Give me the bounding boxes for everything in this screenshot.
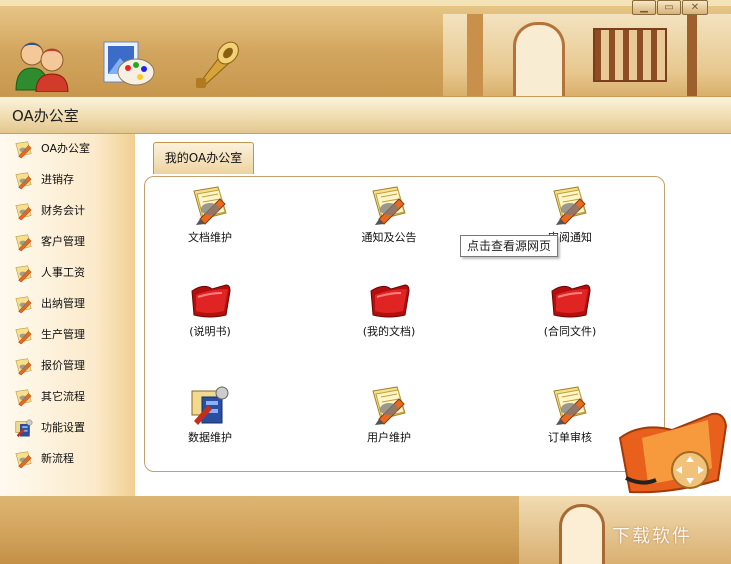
pencil-folder-icon [14,139,34,159]
sidebar-item-label: 人事工资 [41,266,85,279]
tab-my-oa-office[interactable]: 我的OA办公室 [153,142,254,174]
tile-label: 数据维护 [188,431,232,444]
red-folder-icon [191,284,231,318]
sidebar-item-label: 客户管理 [41,235,85,248]
decorative-scene-image [443,14,731,96]
folder-logo-icon [612,408,731,498]
sidebar-item[interactable]: 客户管理 [14,230,129,252]
close-icon: ✕ [690,2,700,13]
tile-label: (合同文件) [543,325,597,338]
tile-panel: 文档维护 通知及公告 审阅通知 (说明书) (我的文档) (合同文件) 数据维护 用户维护 订单… [144,176,665,472]
pencil-folder-icon [14,387,34,407]
tooltip: 点击查看源网页 [460,235,559,257]
tile[interactable]: 订单审核 [515,383,625,453]
tile[interactable]: 文档维护 [155,183,265,253]
red-folder-icon [551,284,591,318]
scene-window [593,28,667,82]
tile-label: (说明书) [189,325,231,338]
scene-arch [513,22,565,96]
document-pen-icon [193,186,227,225]
sidebar-item[interactable]: 人事工资 [14,261,129,283]
maximize-button[interactable]: ▭ [657,0,681,15]
tile-label: 用户维护 [367,431,411,444]
tile[interactable]: (合同文件) [515,277,625,347]
tile[interactable]: 用户维护 [334,383,444,453]
sidebar-item-label: 出纳管理 [41,297,85,310]
scene-arch [559,504,605,564]
sidebar-item-label: OA办公室 [41,142,90,155]
document-pen-icon [553,386,587,425]
sidebar-item-label: 其它流程 [41,390,85,403]
pencil-folder-icon [14,449,34,469]
tools-icon [191,386,229,425]
sidebar-item-label: 生产管理 [41,328,85,341]
document-pen-icon [553,186,587,225]
tile[interactable]: (说明书) [155,277,265,347]
top-banner: ▁ ▭ ✕ [0,0,731,96]
maximize-icon: ▭ [664,2,674,13]
horn-icon[interactable] [188,36,248,92]
title-bar: OA办公室 [0,96,731,134]
sidebar: OA办公室进销存财务会计客户管理人事工资出纳管理生产管理报价管理其它流程功能设置… [0,134,135,496]
sidebar-item[interactable]: 新流程 [14,447,129,469]
red-folder-icon [370,284,410,318]
minimize-icon: ▁ [640,2,648,13]
sidebar-item[interactable]: 其它流程 [14,385,129,407]
sidebar-item[interactable]: 生产管理 [14,323,129,345]
scene-post [687,14,697,96]
tile-label: 通知及公告 [361,231,417,244]
tile[interactable]: 通知及公告 [334,183,444,253]
sidebar-item[interactable]: 财务会计 [14,199,129,221]
sidebar-item[interactable]: 报价管理 [14,354,129,376]
tile-label: 订单审核 [548,431,592,444]
watermark-text: 下载软件 [612,526,692,547]
sidebar-item-label: 财务会计 [41,204,85,217]
document-pen-icon [372,186,406,225]
pencil-folder-icon [14,356,34,376]
sidebar-item-label: 新流程 [41,452,74,465]
banner-gloss [0,0,731,6]
document-pen-icon [372,386,406,425]
sidebar-item-label: 进销存 [41,173,74,186]
close-button[interactable]: ✕ [682,0,708,15]
sidebar-item[interactable]: 功能设置 [14,416,129,438]
sidebar-item-label: 报价管理 [41,359,85,372]
tools-icon [14,418,34,438]
pencil-folder-icon [14,170,34,190]
tile-label: 文档维护 [188,231,232,244]
tile-label: (我的文档) [362,325,416,338]
sidebar-item[interactable]: OA办公室 [14,137,129,159]
pencil-folder-icon [14,263,34,283]
tile[interactable]: (我的文档) [334,277,444,347]
sidebar-item[interactable]: 出纳管理 [14,292,129,314]
sidebar-item[interactable]: 进销存 [14,168,129,190]
pencil-folder-icon [14,325,34,345]
tile[interactable]: 数据维护 [155,383,265,453]
scene-pillar [467,14,483,96]
page-title: OA办公室 [12,107,79,125]
minimize-button[interactable]: ▁ [632,0,656,15]
users-icon[interactable] [12,36,72,93]
pencil-folder-icon [14,232,34,252]
paint-palette-icon[interactable] [98,36,158,92]
sidebar-item-label: 功能设置 [41,421,85,434]
pencil-folder-icon [14,201,34,221]
pencil-folder-icon [14,294,34,314]
